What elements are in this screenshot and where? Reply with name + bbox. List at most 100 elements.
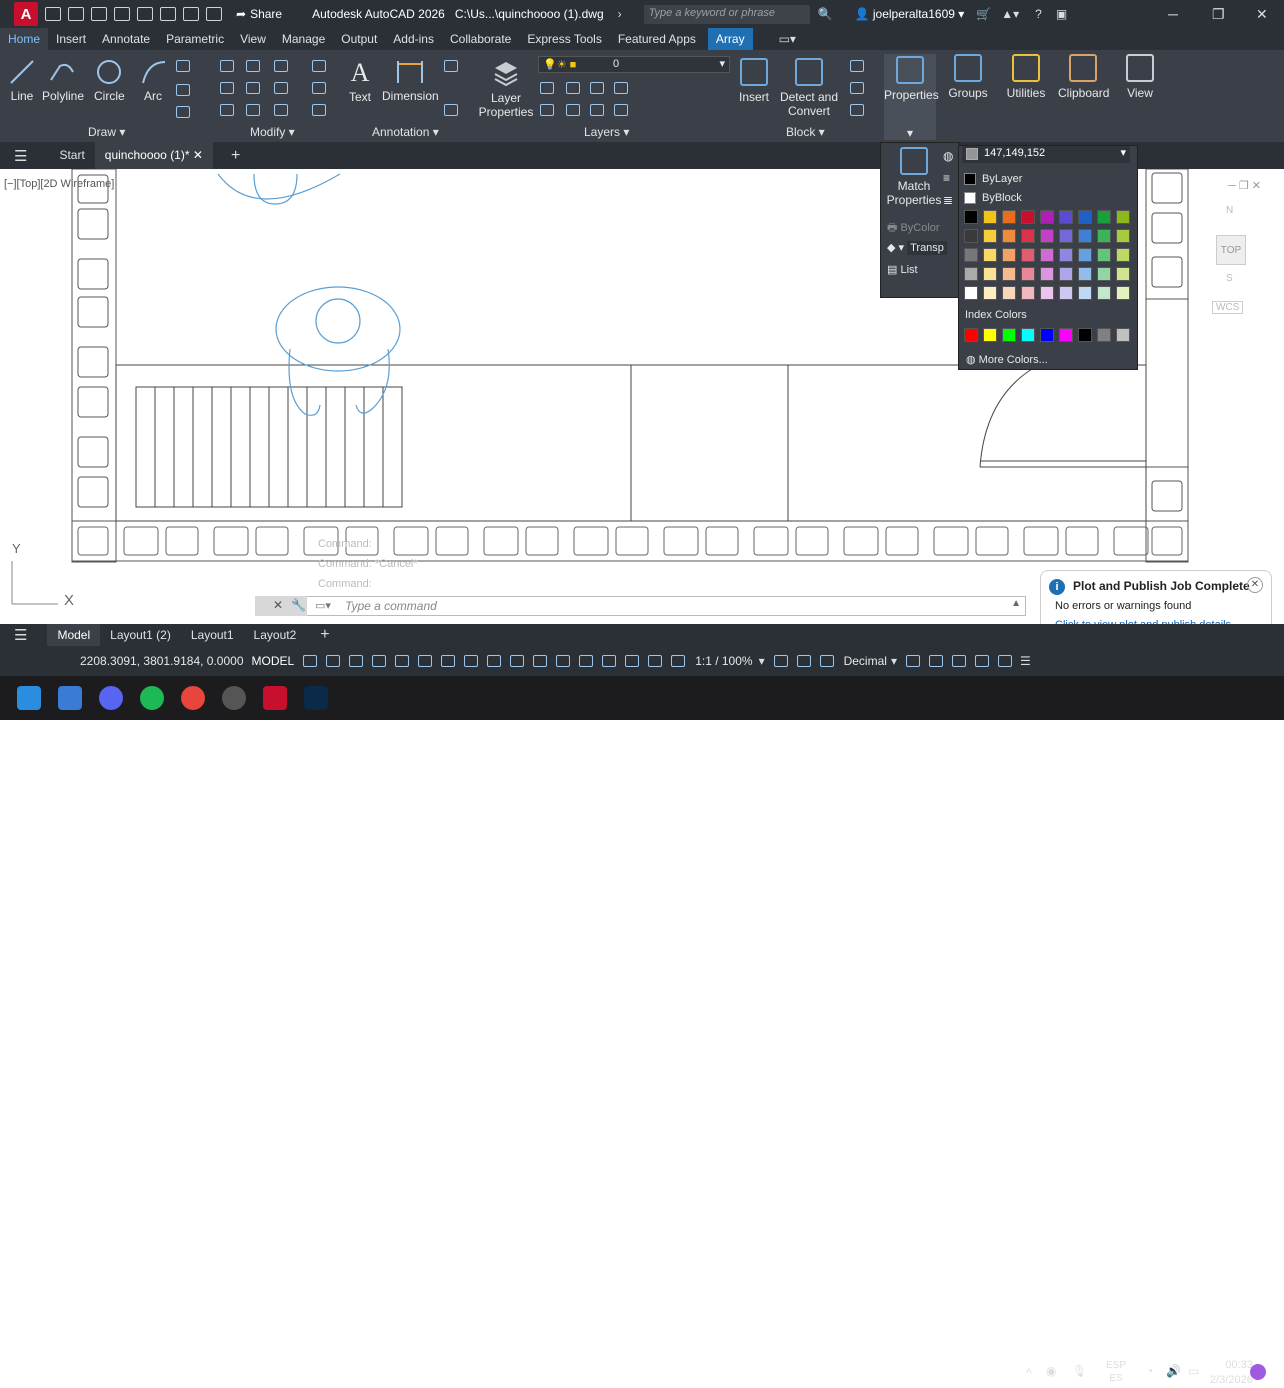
modify-panel-label[interactable]: Modify ▾ — [250, 125, 295, 139]
utilities-tool[interactable]: Utilities — [1000, 54, 1052, 100]
color-swatch[interactable] — [1021, 267, 1035, 281]
color-swatch[interactable] — [964, 229, 978, 243]
chevron-up-icon[interactable]: ▲ — [1011, 598, 1021, 609]
search-icon[interactable]: 🔍 — [818, 7, 833, 21]
color-swatch[interactable] — [1040, 229, 1054, 243]
draw-panel-label[interactable]: Draw ▾ — [88, 125, 125, 139]
new-layout-icon[interactable]: + — [320, 626, 329, 644]
tab-output[interactable]: Output — [333, 28, 385, 50]
close-icon[interactable]: ✕ — [1247, 577, 1263, 593]
battery-icon[interactable]: ▭ — [1188, 1364, 1199, 1378]
array-icon[interactable] — [274, 104, 288, 116]
print-icon[interactable] — [160, 7, 176, 21]
tab-array[interactable]: Array — [707, 28, 753, 50]
index-color-swatch[interactable] — [983, 328, 997, 342]
polyline-tool[interactable]: Polyline — [42, 58, 84, 103]
block-tool-icon[interactable] — [850, 82, 864, 94]
chrome-icon[interactable] — [181, 686, 205, 710]
annotation-scale[interactable]: 1:1 / 100% — [695, 654, 752, 668]
index-color-swatch[interactable] — [1059, 328, 1073, 342]
language-indicator[interactable]: ESP ES — [1106, 1359, 1126, 1385]
color-swatch[interactable] — [1002, 286, 1016, 300]
command-input[interactable]: Type a command — [345, 599, 437, 613]
rectangle-icon[interactable] — [176, 60, 190, 72]
discord-icon[interactable] — [99, 686, 123, 710]
color-swatch[interactable] — [983, 229, 997, 243]
color-swatch[interactable] — [1021, 210, 1035, 224]
tab-current-file[interactable]: quinchoooo (1)* ✕ — [94, 142, 213, 169]
chevron-right-icon[interactable]: › — [618, 7, 622, 21]
user-account[interactable]: 👤 joelperalta1609 ▾ — [855, 7, 965, 21]
extras-icon[interactable]: ▣ — [1056, 7, 1067, 21]
color-swatch[interactable] — [1078, 267, 1092, 281]
color-swatch[interactable] — [1116, 210, 1130, 224]
layer-tool-icon[interactable] — [540, 82, 554, 94]
spotify-icon[interactable] — [140, 686, 164, 710]
auto-scale-icon[interactable] — [671, 655, 686, 667]
block-panel-label[interactable]: Block ▾ — [786, 125, 825, 139]
tab-express-tools[interactable]: Express Tools — [519, 28, 609, 50]
menu-icon[interactable]: ☰ — [14, 626, 27, 644]
index-color-swatch[interactable] — [1116, 328, 1130, 342]
color-swatch[interactable] — [983, 267, 997, 281]
isolate-objects-icon[interactable] — [951, 655, 966, 667]
windows-start-icon[interactable] — [17, 686, 41, 710]
viewport-window-controls[interactable]: ─ ❐ ✕ — [1228, 179, 1261, 192]
search-input[interactable]: Type a keyword or phrase — [643, 4, 810, 24]
cart-icon[interactable]: 🛒 — [976, 7, 991, 21]
color-swatch[interactable] — [1078, 248, 1092, 262]
color-swatch[interactable] — [1059, 248, 1073, 262]
autocad-logo[interactable]: A — [14, 2, 38, 26]
color-swatch[interactable] — [1116, 286, 1130, 300]
dimension-tool[interactable]: Dimension — [382, 58, 439, 103]
index-color-swatch[interactable] — [1002, 328, 1016, 342]
minimize-icon[interactable]: ─ — [1168, 6, 1178, 22]
customization-icon[interactable]: ☰ — [1020, 654, 1031, 668]
trim-icon[interactable] — [274, 60, 288, 72]
leader-icon[interactable] — [444, 60, 458, 72]
gizmo-icon[interactable] — [625, 655, 640, 667]
color-swatch[interactable] — [1040, 267, 1054, 281]
units-icon[interactable] — [819, 655, 834, 667]
layer-tool-icon[interactable] — [590, 104, 604, 116]
table-icon[interactable] — [176, 106, 190, 118]
wifi-icon[interactable]: ◔ — [1146, 1364, 1153, 1378]
scale-icon[interactable] — [246, 104, 260, 116]
layer-tool-icon[interactable] — [614, 104, 628, 116]
color-swatch[interactable] — [1021, 248, 1035, 262]
color-swatch[interactable] — [983, 210, 997, 224]
polar-icon[interactable] — [395, 655, 410, 667]
color-swatch[interactable] — [1002, 267, 1016, 281]
tab-annotate[interactable]: Annotate — [94, 28, 158, 50]
color-swatch[interactable] — [1116, 229, 1130, 243]
isodraft-icon[interactable] — [418, 655, 433, 667]
color-swatch[interactable] — [964, 248, 978, 262]
selection-filter-icon[interactable] — [602, 655, 617, 667]
quick-properties-icon[interactable] — [905, 655, 920, 667]
layer-tool-icon[interactable] — [566, 82, 580, 94]
redo-icon[interactable] — [206, 7, 222, 21]
layer-tool-icon[interactable] — [540, 104, 554, 116]
detect-convert-tool[interactable]: Detect and Convert — [778, 58, 840, 118]
color-swatch[interactable] — [1002, 210, 1016, 224]
close-icon[interactable]: ✕ — [273, 598, 283, 612]
lineweight-icon[interactable] — [487, 655, 502, 667]
navcube[interactable]: N TOP S WCS — [1196, 177, 1276, 314]
color-swatch[interactable] — [983, 248, 997, 262]
color-swatch[interactable] — [1097, 248, 1111, 262]
tab-layout2[interactable]: Layout2 — [244, 628, 307, 642]
navcube-top[interactable]: TOP — [1216, 235, 1246, 265]
tab-parametric[interactable]: Parametric — [158, 28, 232, 50]
tab-start[interactable]: Start — [49, 142, 94, 169]
save-icon[interactable] — [91, 7, 107, 21]
view-tool[interactable]: View — [1122, 54, 1158, 100]
wrench-icon[interactable]: 🔧 — [291, 598, 306, 612]
properties-tool[interactable]: Properties ▾ — [884, 54, 939, 140]
model-space-button[interactable]: MODEL — [252, 654, 295, 668]
wcs-dropdown[interactable]: WCS — [1212, 301, 1244, 314]
more-colors-button[interactable]: ◍ More Colors... — [966, 353, 1048, 366]
color-swatch[interactable] — [1116, 267, 1130, 281]
maximize-icon[interactable]: ❐ — [1212, 6, 1225, 23]
transparency-icon[interactable] — [510, 655, 525, 667]
undo-icon[interactable] — [183, 7, 199, 21]
